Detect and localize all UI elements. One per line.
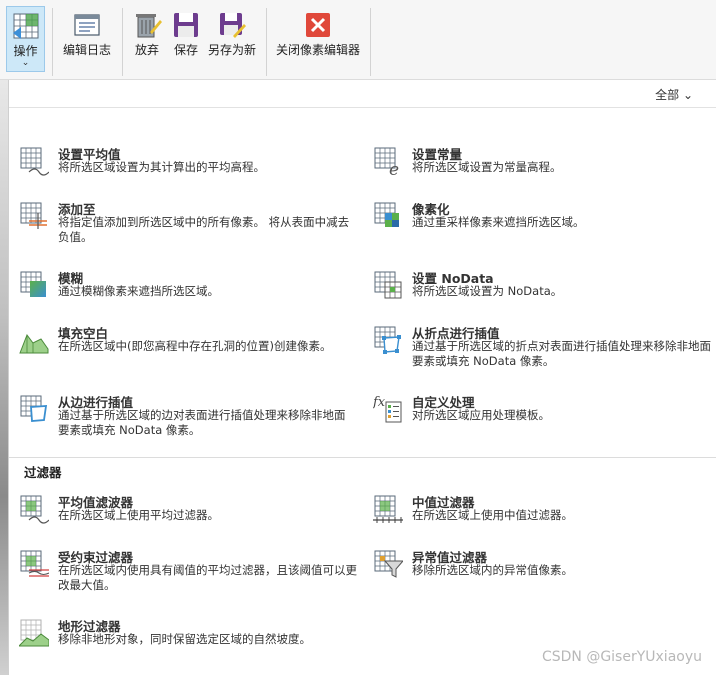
- section-divider: [9, 457, 716, 458]
- discard-button[interactable]: 放弃: [130, 6, 164, 72]
- item-description: 将所选区域设置为常量高程。: [412, 160, 562, 174]
- ribbon-separator: [122, 8, 123, 76]
- outlier-filter-icon: [374, 550, 403, 578]
- item-description: 将所选区域设置为其计算出的平均高程。: [58, 160, 265, 174]
- edit-log-button[interactable]: 编辑日志: [58, 6, 116, 72]
- save-label: 保存: [173, 43, 198, 57]
- grid-pixelate-icon: [374, 202, 399, 227]
- item-description: 通过重采样像素来遮挡所选区域。: [412, 215, 585, 229]
- item-description: 对所选区域应用处理模板。: [412, 408, 550, 422]
- item-description: 在所选区域内使用具有阈值的平均过滤器，且该阈值可以更改最大值。: [58, 563, 357, 592]
- fill-gaps-icon: [19, 333, 49, 354]
- svg-text:fx: fx: [373, 395, 386, 410]
- item-description: 通过基于所选区域的边对表面进行插值处理来移除非地面要素或填充 NoData 像素…: [58, 408, 346, 437]
- watermark: CSDN @GiserYUxiaoyu: [541, 649, 702, 665]
- filter-dropdown[interactable]: 全部 ⌄: [655, 86, 693, 103]
- floppy-disk-edit-icon: [220, 13, 246, 38]
- item-description: 移除非地形对象，同时保留选定区域的自然坡度。: [58, 632, 311, 646]
- discard-label: 放弃: [134, 43, 159, 57]
- save-button[interactable]: 保存: [170, 6, 202, 72]
- close-pixel-editor-button[interactable]: 关闭像素编辑器: [274, 6, 362, 72]
- save-as-label: 另存为新: [207, 43, 256, 57]
- constrained-filter-icon: [20, 550, 49, 577]
- edit-log-label: 编辑日志: [62, 43, 111, 57]
- log-window-icon: [74, 14, 100, 36]
- save-as-button[interactable]: 另存为新: [206, 6, 258, 72]
- grid-constant-icon: e: [374, 147, 399, 176]
- operations-dropdown-panel: 全部 ⌄ 设置平均值 将所选区域设置为其计算出的平均高程。 e 设置常量 将所选…: [8, 80, 716, 675]
- chevron-down-icon: ⌄: [682, 88, 693, 102]
- interpolate-vertices-icon: [374, 326, 401, 354]
- filter-label: 全部: [655, 88, 680, 102]
- item-description: 在所选区域上使用平均过滤器。: [58, 508, 219, 522]
- grid-nodata-icon: [374, 271, 402, 299]
- ribbon-toolbar: 操作 ⌄ 编辑日志 放弃 保存 另存为新 关闭像素编辑器: [0, 0, 716, 80]
- close-pixel-editor-label: 关闭像素编辑器: [275, 43, 360, 57]
- item-description: 将指定值添加到所选区域中的所有像素。 将从表面中减去负值。: [58, 215, 350, 244]
- filter-bar: 全部 ⌄: [9, 80, 716, 108]
- grid-blur-icon: [20, 271, 46, 297]
- grid-mean-icon: [20, 147, 49, 176]
- grid-add-icon: [20, 202, 47, 229]
- close-icon: [306, 13, 330, 37]
- ribbon-separator: [52, 8, 53, 76]
- operations-button[interactable]: 操作 ⌄: [6, 6, 45, 72]
- item-description: 通过基于所选区域的折点对表面进行插值处理来移除非地面要素或填充 NoData 像…: [412, 339, 711, 368]
- trash-edit-icon: [136, 14, 162, 38]
- background-map-strip: [0, 80, 8, 675]
- floppy-disk-icon: [174, 13, 198, 37]
- item-description: 在所选区域上使用中值过滤器。: [412, 508, 573, 522]
- operations-label: 操作: [13, 44, 38, 58]
- interpolate-edges-icon: [20, 395, 48, 422]
- ribbon-separator: [266, 8, 267, 76]
- terrain-filter-icon: [19, 619, 49, 647]
- ribbon-separator: [370, 8, 371, 76]
- mean-filter-icon: [20, 495, 49, 524]
- grid-operations-icon: [12, 13, 38, 39]
- item-description: 通过模糊像素来遮挡所选区域。: [58, 284, 219, 298]
- median-filter-icon: [373, 495, 403, 523]
- svg-text:e: e: [389, 160, 399, 176]
- filters-section-title: 过滤器: [24, 465, 62, 480]
- item-description: 在所选区域中(即您高程中存在孔洞的位置)创建像素。: [58, 339, 332, 353]
- chevron-down-icon: ⌄: [21, 58, 30, 68]
- custom-process-icon: fx: [373, 395, 402, 423]
- item-description: 将所选区域设置为 NoData。: [412, 284, 563, 298]
- item-description: 移除所选区域内的异常值像素。: [412, 563, 573, 577]
